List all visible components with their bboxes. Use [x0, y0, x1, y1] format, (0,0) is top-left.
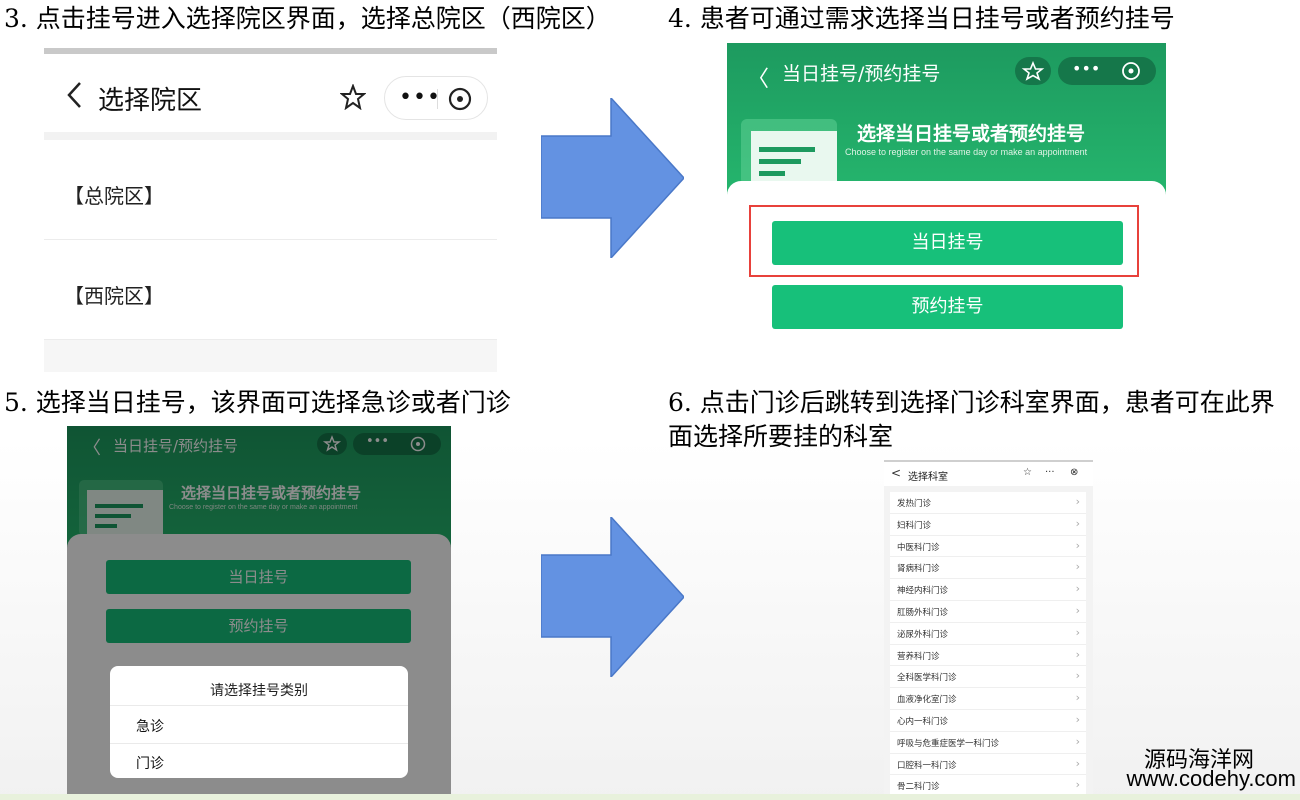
department-row[interactable]: 肾病科门诊 › [890, 557, 1086, 580]
chevron-right-icon: › [1075, 734, 1080, 748]
department-label: 泌尿外科门诊 [897, 629, 949, 640]
back-chevron-icon[interactable]: < [891, 466, 901, 480]
department-label: 全科医学科门诊 [897, 673, 957, 684]
department-label: 发热门诊 [897, 499, 932, 509]
banner-title: 选择当日挂号或者预约挂号 [857, 123, 1086, 145]
department-label: 口腔科一科门诊 [897, 760, 957, 771]
option-emergency[interactable]: 急诊 [136, 716, 164, 736]
chevron-right-icon: › [1075, 516, 1080, 530]
step-6-caption-line1: 6. 点击门诊后跳转到选择门诊科室界面，患者可在此界 [668, 388, 1275, 417]
page-title: 选择科室 [908, 472, 948, 483]
page-title: 当日挂号/预约挂号 [782, 63, 941, 85]
divider [110, 705, 408, 706]
chevron-right-icon: › [1075, 603, 1080, 617]
department-row[interactable]: 发热门诊 › [890, 492, 1086, 514]
bottom-strip [0, 794, 1300, 800]
more-dots-icon[interactable]: ••• [399, 85, 441, 110]
registration-type-screenshot: 〈 当日挂号/预约挂号 ••• 选择当日挂号或者预约挂号 Choose to r… [727, 43, 1166, 353]
nav-bar: 选择院区 ••• [44, 54, 497, 132]
appointment-button[interactable]: 预约挂号 [772, 285, 1123, 329]
chevron-right-icon: › [1075, 495, 1080, 508]
department-list: 发热门诊 › 妇科门诊 › 中医科门诊 › 肾病科门诊 › 神经内科门诊 › 肛肠外科门诊 › 泌尿外科… [890, 492, 1086, 794]
divider [44, 132, 497, 140]
star-icon[interactable]: ☆ [1023, 467, 1032, 478]
department-label: 呼吸与危重症医学一科门诊 [897, 738, 1000, 749]
department-row[interactable]: 呼吸与危重症医学一科门诊 › [890, 731, 1086, 754]
department-row[interactable]: 营养科门诊 › [890, 644, 1086, 667]
campus-item-main[interactable]: 【总院区】 [44, 140, 497, 240]
back-chevron-icon[interactable]: 〈 [747, 61, 769, 93]
step-6-caption-line2: 面选择所要挂的科室 [668, 422, 894, 451]
department-row[interactable]: 神经内科门诊 › [890, 579, 1086, 601]
department-row[interactable]: 肛肠外科门诊 › [890, 600, 1086, 623]
same-day-button[interactable]: 当日挂号 [772, 221, 1123, 265]
department-row[interactable]: 心内一科门诊 › [890, 709, 1086, 732]
chevron-right-icon: › [1075, 625, 1080, 639]
menu-capsule: ••• [384, 76, 488, 120]
department-row[interactable]: 全科医学科门诊 › [890, 666, 1086, 689]
step-3-caption: 3. 点击挂号进入选择院区界面，选择总院区（西院区） [4, 4, 611, 33]
step-5-caption: 5. 选择当日挂号，该界面可选择急诊或者门诊 [4, 388, 511, 417]
campus-label: 【总院区】 [64, 184, 164, 208]
nav-bar: < 选择科室 ☆ ··· ⊗ [884, 462, 1093, 486]
campus-item-west[interactable]: 【西院区】 [44, 240, 497, 340]
more-dots-icon[interactable]: ••• [1072, 59, 1100, 78]
department-label: 肛肠外科门诊 [897, 607, 949, 618]
document-icon [741, 119, 837, 187]
department-label: 骨二科门诊 [897, 782, 940, 793]
department-label: 肾病科门诊 [897, 564, 940, 575]
chevron-right-icon: › [1075, 560, 1080, 574]
department-label: 神经内科门诊 [897, 586, 949, 597]
back-chevron-icon[interactable] [64, 80, 86, 110]
chevron-right-icon: › [1075, 778, 1080, 792]
campus-select-screenshot: 选择院区 ••• 【总院区】 【西院区】 [44, 48, 497, 372]
department-row[interactable]: 骨二科门诊 › [890, 775, 1086, 794]
close-circle-icon[interactable]: ⊗ [1070, 467, 1078, 478]
right-arrow-icon [541, 517, 684, 677]
category-dialog: 请选择挂号类别 急诊 门诊 [110, 666, 408, 778]
menu-capsule: ••• [1058, 57, 1156, 85]
dialog-title: 请选择挂号类别 [210, 683, 308, 699]
department-row[interactable]: 泌尿外科门诊 › [890, 622, 1086, 645]
department-label: 中医科门诊 [897, 542, 940, 553]
watermark-url: www.codehy.com [1126, 766, 1296, 791]
chevron-right-icon: › [1075, 756, 1080, 770]
chevron-right-icon: › [1075, 669, 1080, 683]
right-arrow-icon [541, 98, 684, 258]
page-title: 选择院区 [98, 86, 203, 116]
more-dots-icon[interactable]: ··· [1045, 467, 1055, 478]
department-row[interactable]: 口腔科一科门诊 › [890, 753, 1086, 776]
department-row[interactable]: 妇科门诊 › [890, 513, 1086, 536]
chevron-right-icon: › [1075, 582, 1080, 596]
department-list-screenshot: < 选择科室 ☆ ··· ⊗ 发热门诊 › 妇科门诊 › 中医科门诊 › 肾病科门诊 › 神经内… [884, 460, 1093, 794]
chevron-right-icon: › [1075, 691, 1080, 705]
chevron-right-icon: › [1075, 538, 1080, 552]
divider [110, 743, 408, 744]
banner-subtitle: Choose to register on the same day or ma… [845, 147, 1088, 157]
step-4-caption: 4. 患者可通过需求选择当日挂号或者预约挂号 [668, 4, 1175, 33]
department-label: 心内一科门诊 [897, 716, 949, 727]
campus-label: 【西院区】 [64, 284, 164, 308]
capsule-divider [437, 89, 438, 109]
star-icon[interactable] [340, 84, 366, 110]
option-outpatient[interactable]: 门诊 [136, 753, 164, 773]
department-row[interactable]: 中医科门诊 › [890, 535, 1086, 558]
close-circle-icon[interactable] [1120, 60, 1142, 82]
chevron-right-icon: › [1075, 712, 1080, 726]
close-circle-icon[interactable] [447, 86, 473, 112]
department-label: 营养科门诊 [897, 651, 940, 662]
chevron-right-icon: › [1075, 647, 1080, 661]
category-dialog-screenshot: 〈 当日挂号/预约挂号 ••• 选择当日挂号或者预约挂号 Choose to r… [67, 426, 451, 794]
star-icon[interactable] [1015, 57, 1051, 85]
department-row[interactable]: 血液净化室门诊 › [890, 688, 1086, 710]
department-label: 血液净化室门诊 [897, 695, 957, 706]
department-label: 妇科门诊 [897, 520, 932, 531]
